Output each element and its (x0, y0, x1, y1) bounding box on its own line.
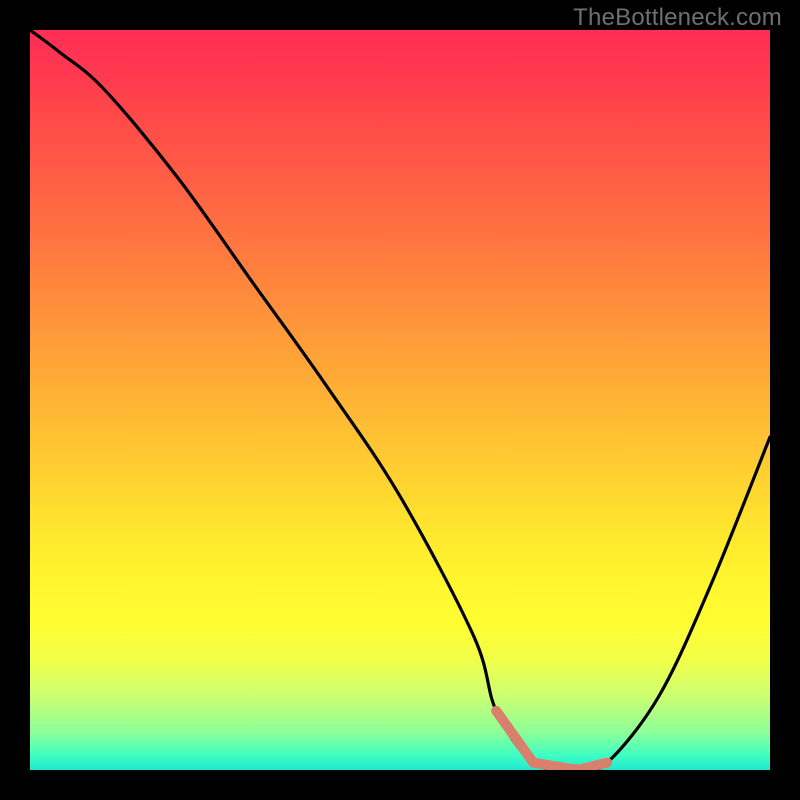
valley-highlight (496, 711, 607, 770)
plot-area (30, 30, 770, 770)
curve-svg (30, 30, 770, 770)
bottleneck-curve (30, 30, 770, 770)
watermark-text: TheBottleneck.com (573, 4, 782, 32)
chart-container: TheBottleneck.com (0, 0, 800, 800)
